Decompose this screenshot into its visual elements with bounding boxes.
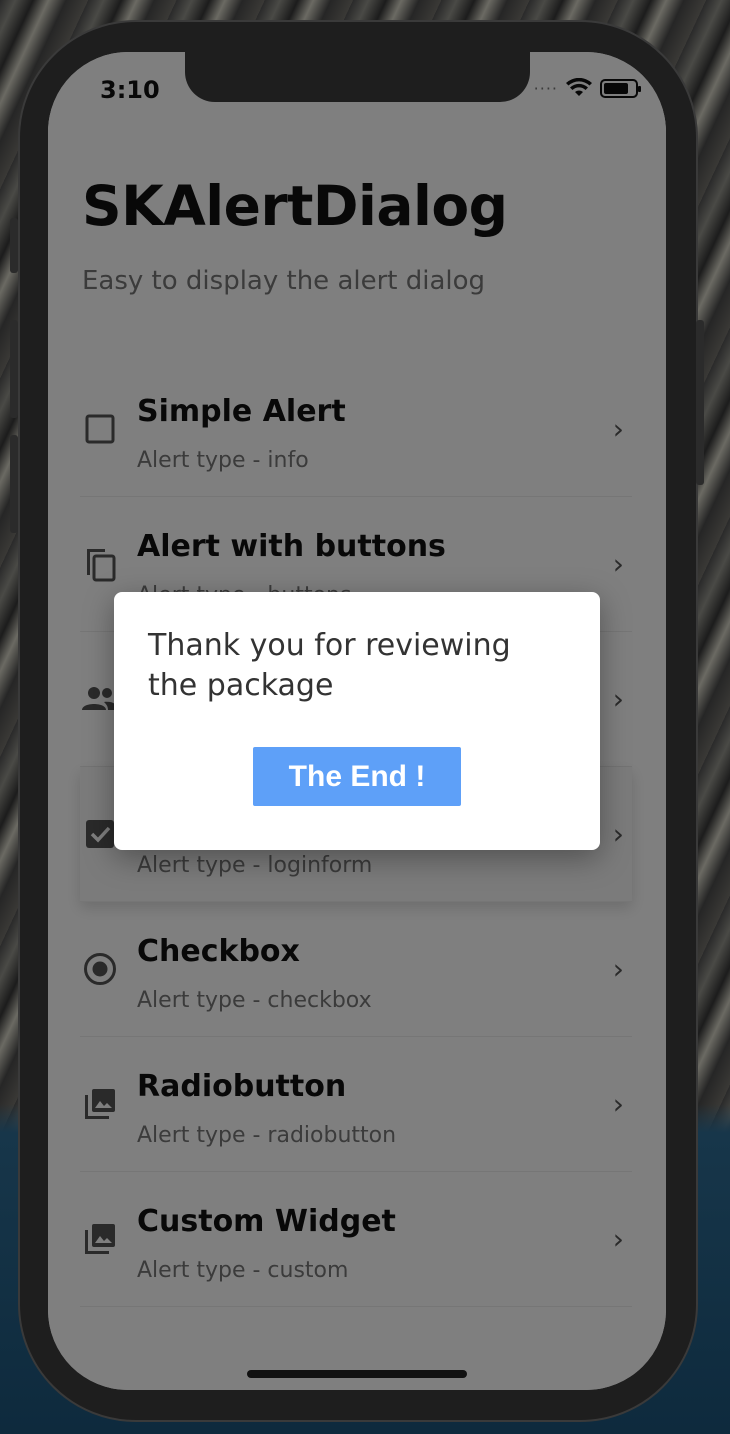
home-indicator[interactable] (247, 1370, 467, 1378)
side-button (10, 320, 18, 418)
side-button (10, 218, 18, 273)
alert-dialog: Thank you for reviewing the package The … (114, 592, 600, 850)
side-button (10, 435, 18, 533)
dialog-message: Thank you for reviewing the package (148, 628, 511, 703)
side-button (696, 320, 704, 485)
device-notch (185, 52, 530, 102)
the-end-button[interactable]: The End ! (253, 747, 461, 806)
